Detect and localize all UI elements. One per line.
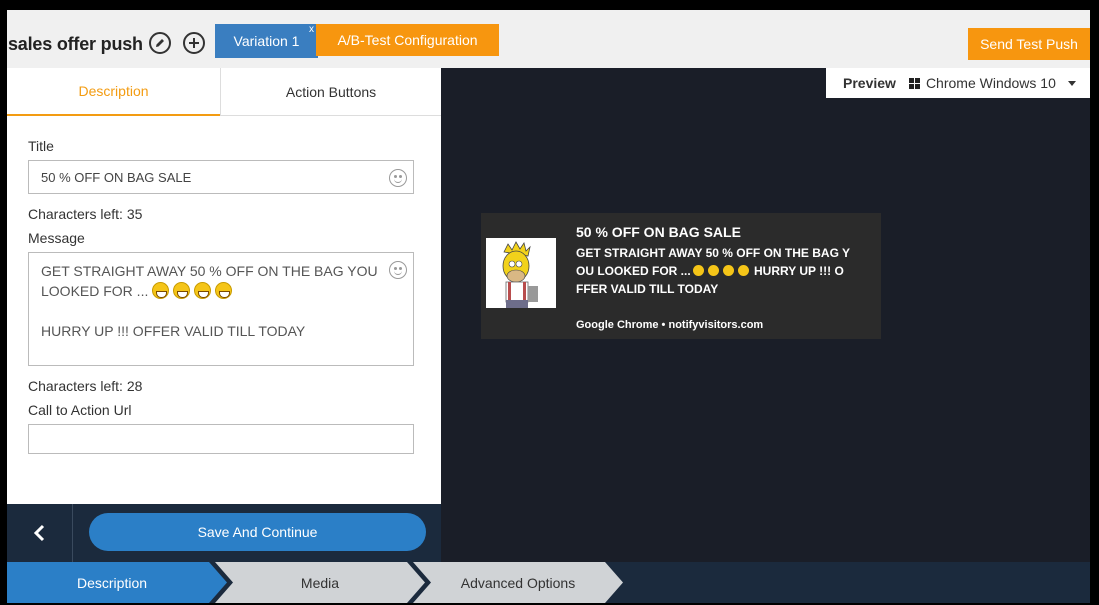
editor-footer: Save And Continue: [7, 504, 441, 562]
grin-emoji-icon: [173, 282, 191, 299]
message-chars-left: Characters left: 28: [28, 378, 143, 394]
grin-emoji-icon: [194, 282, 212, 299]
tab-description[interactable]: Description: [7, 68, 220, 116]
caret-down-icon[interactable]: [1067, 80, 1076, 86]
variation-tab-label: Variation 1: [233, 33, 300, 49]
notification-body: GET STRAIGHT AWAY 50 % OFF ON THE BAG Y …: [576, 244, 866, 298]
emoji-picker-icon[interactable]: [389, 261, 407, 279]
preview-label: Preview: [843, 75, 896, 91]
title-label: Title: [28, 138, 54, 154]
message-line-1: GET STRAIGHT AWAY 50 % OFF ON THE BAG YO…: [41, 263, 378, 279]
app-frame: sales offer push Variation 1 x A/B-Test …: [7, 10, 1090, 603]
message-label: Message: [28, 230, 85, 246]
windows-icon: [908, 77, 920, 89]
top-bar: sales offer push Variation 1 x A/B-Test …: [7, 10, 1090, 68]
emoji-picker-icon[interactable]: [389, 169, 407, 187]
pencil-icon[interactable]: [149, 32, 171, 54]
platform-select[interactable]: Chrome Windows 10: [926, 75, 1056, 91]
message-line-3: HURRY UP !!! OFFER VALID TILL TODAY: [41, 323, 306, 339]
notification-body-line-2: OU LOOKED FOR ... HURRY UP !!! O: [576, 262, 866, 280]
back-button[interactable]: [7, 504, 73, 562]
title-field[interactable]: 50 % OFF ON BAG SALE: [28, 160, 414, 194]
notification-body-line-2b: HURRY UP !!! O: [754, 264, 844, 278]
preview-toolbar: Preview Chrome Windows 10: [826, 68, 1090, 98]
notification-source: Google Chrome • notifyvisitors.com: [576, 319, 764, 331]
ab-test-configuration-button[interactable]: A/B-Test Configuration: [316, 24, 499, 56]
editor-tabs: Description Action Buttons: [7, 68, 441, 116]
campaign-title: sales offer push: [8, 34, 143, 54]
tab-variation-1[interactable]: Variation 1 x: [215, 24, 318, 58]
send-test-push-button[interactable]: Send Test Push: [968, 28, 1090, 60]
title-chars-left: Characters left: 35: [28, 206, 143, 222]
message-field[interactable]: GET STRAIGHT AWAY 50 % OFF ON THE BAG YO…: [28, 252, 414, 366]
cta-url-input[interactable]: [28, 424, 414, 454]
wizard-stepper: Advanced Options Media Description: [7, 562, 1090, 603]
plus-icon[interactable]: [183, 32, 205, 54]
message-line-2: LOOKED FOR ...: [41, 281, 401, 301]
step-media[interactable]: Media: [215, 562, 425, 603]
message-line-2-text: LOOKED FOR ...: [41, 283, 149, 299]
cta-url-label: Call to Action Url: [28, 402, 132, 418]
save-and-continue-button[interactable]: Save And Continue: [89, 513, 426, 551]
push-notification-preview: 50 % OFF ON BAG SALE GET STRAIGHT AWAY 5…: [481, 213, 881, 339]
step-description[interactable]: Description: [7, 562, 227, 603]
grin-emoji-icon: [692, 265, 704, 276]
grin-emoji-icon: [737, 265, 749, 276]
plus-icon-glyph: [189, 38, 199, 48]
notification-body-line-1: GET STRAIGHT AWAY 50 % OFF ON THE BAG Y: [576, 246, 851, 260]
grin-emoji-icon: [152, 282, 170, 299]
notification-image: [486, 238, 556, 308]
editor-panel: Description Action Buttons Title 50 % OF…: [7, 68, 441, 504]
notification-body-line-2a: OU LOOKED FOR ...: [576, 264, 691, 278]
chevron-left-icon: [33, 524, 44, 542]
grin-emoji-icon: [722, 265, 734, 276]
title-value: 50 % OFF ON BAG SALE: [41, 170, 192, 185]
notification-body-line-3: FFER VALID TILL TODAY: [576, 282, 719, 296]
grin-emoji-icon: [707, 265, 719, 276]
notification-title: 50 % OFF ON BAG SALE: [576, 224, 741, 240]
pencil-icon-glyph: [156, 39, 164, 47]
cartoon-character-image: [486, 238, 556, 308]
step-advanced-options[interactable]: Advanced Options: [413, 562, 623, 603]
grin-emoji-icon: [215, 282, 233, 299]
close-icon[interactable]: x: [309, 24, 314, 35]
tab-action-buttons[interactable]: Action Buttons: [220, 68, 441, 116]
